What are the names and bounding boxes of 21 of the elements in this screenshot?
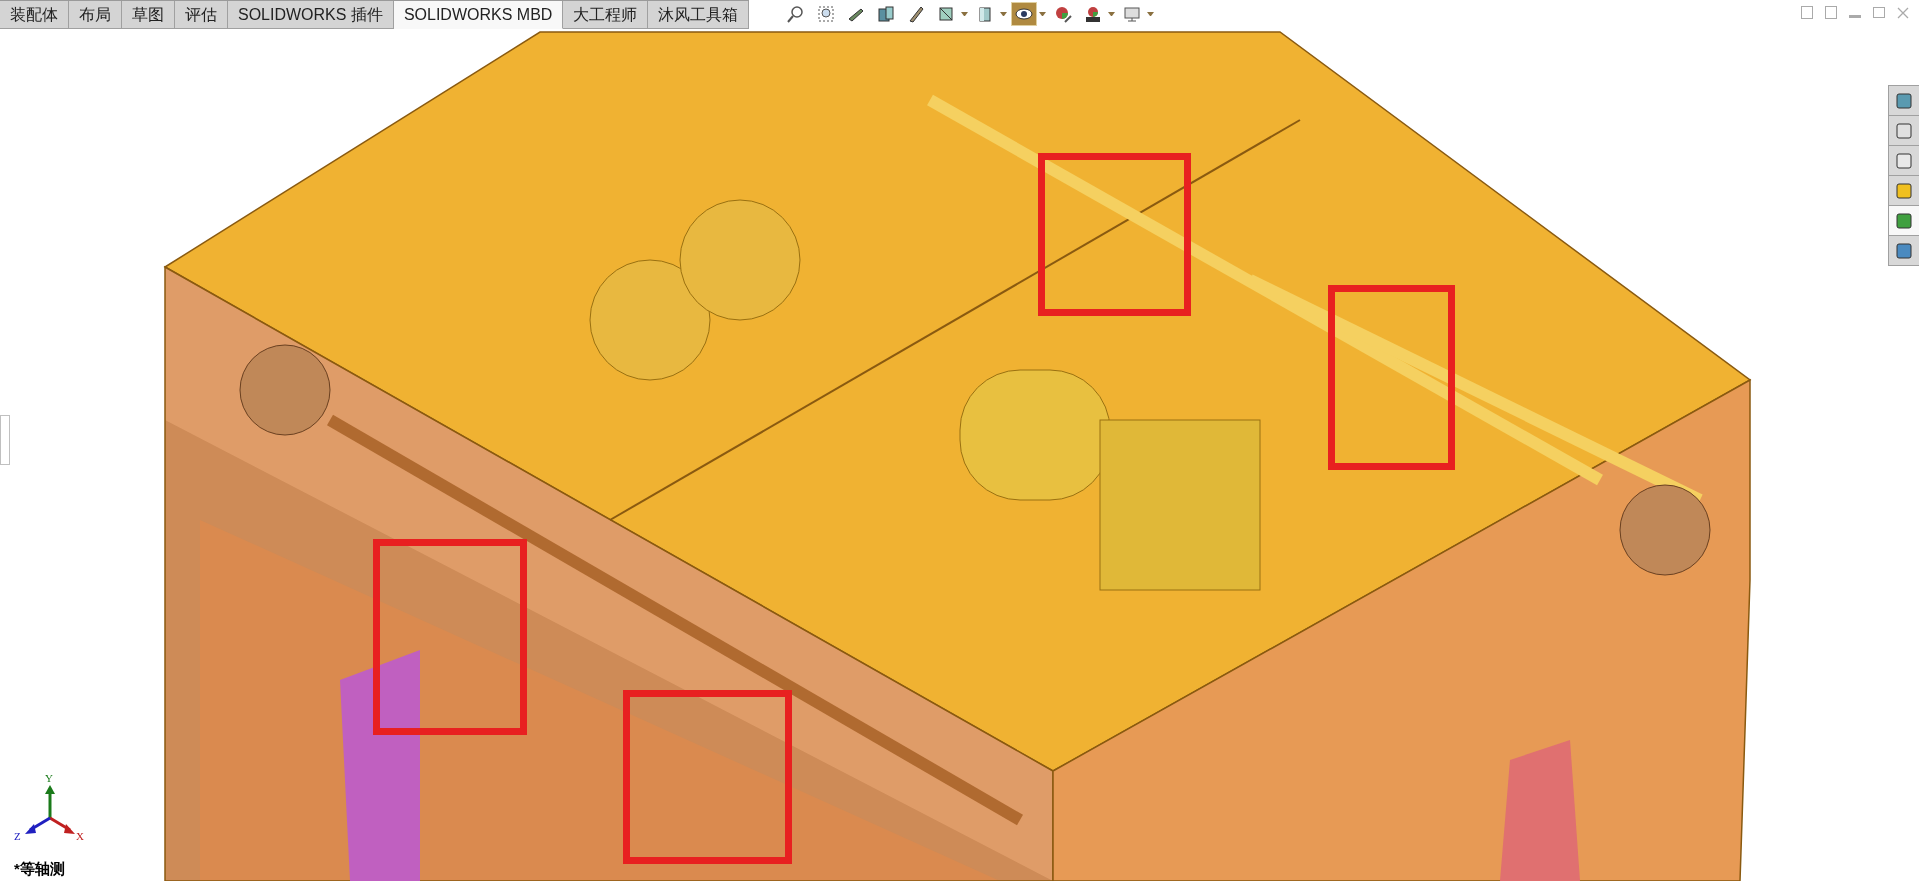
tile-left-icon[interactable] bbox=[1801, 6, 1813, 19]
panel-expand-handle[interactable] bbox=[0, 415, 10, 465]
ribbon-tab[interactable]: 评估 bbox=[175, 1, 228, 29]
dropdown-arrow-icon[interactable] bbox=[1000, 12, 1007, 16]
dropdown-arrow-icon[interactable] bbox=[1108, 12, 1115, 16]
ribbon-tab[interactable]: 装配体 bbox=[0, 1, 69, 29]
ribbon-tab[interactable]: 大工程师 bbox=[563, 1, 649, 29]
ribbon-tab[interactable]: 沐风工具箱 bbox=[648, 1, 750, 29]
tile-right-icon[interactable] bbox=[1825, 6, 1837, 19]
dropdown-arrow-icon[interactable] bbox=[961, 12, 968, 16]
ribbon-tab[interactable]: SOLIDWORKS 插件 bbox=[228, 1, 394, 29]
ribbon-tab[interactable]: 草图 bbox=[122, 1, 175, 29]
axis-label: Z bbox=[14, 829, 21, 844]
axis-label: X bbox=[76, 829, 84, 844]
axis-label: Y bbox=[45, 771, 53, 786]
hide-show-icon[interactable] bbox=[1011, 2, 1037, 26]
ribbon-tab[interactable]: 布局 bbox=[69, 1, 122, 29]
dropdown-arrow-icon[interactable] bbox=[1147, 12, 1154, 16]
view-name: *等轴测 bbox=[14, 859, 65, 879]
ribbon-tab[interactable]: SOLIDWORKS MBD bbox=[393, 1, 564, 29]
dropdown-arrow-icon[interactable] bbox=[1039, 12, 1046, 16]
